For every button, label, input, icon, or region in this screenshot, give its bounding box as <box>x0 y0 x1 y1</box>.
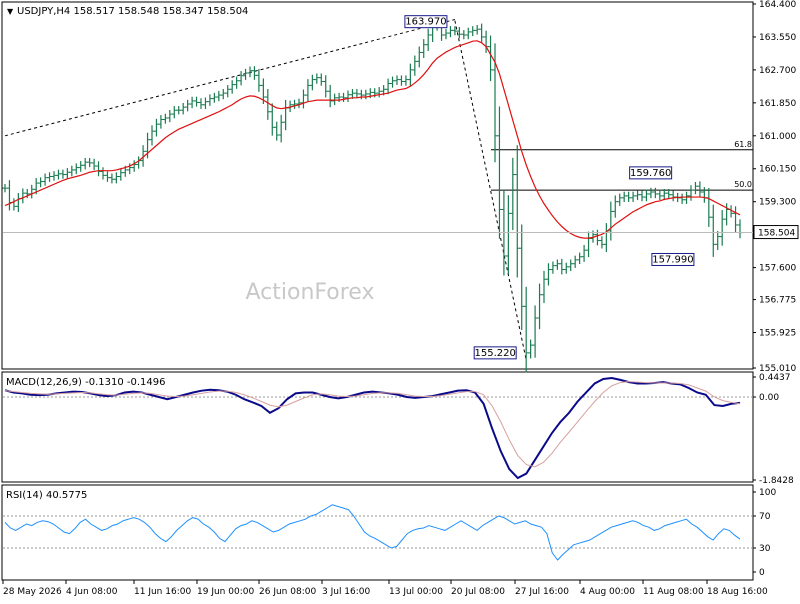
x-tick-label: 18 Aug 16:00 <box>707 587 768 597</box>
annotation-label: 155.220 <box>475 348 516 359</box>
watermark: ActionForex <box>246 280 375 305</box>
price-tick-label: 157.600 <box>759 264 796 274</box>
price-tick-label: 159.300 <box>759 198 796 208</box>
macd-tick-label: 0.00 <box>759 393 779 403</box>
macd-tick-label: 0.4437 <box>759 373 791 383</box>
x-tick-label: 4 Aug 00:00 <box>580 587 635 597</box>
price-tick-label: 160.150 <box>759 165 796 175</box>
price-tick-label: 155.925 <box>759 329 796 339</box>
x-tick-label: 27 Jul 16:00 <box>515 587 569 597</box>
x-tick-label: 4 Jun 08:00 <box>66 587 118 597</box>
x-tick-label: 3 Jul 16:00 <box>322 587 371 597</box>
dropdown-arrow-icon[interactable]: ▼ <box>7 7 14 16</box>
price-tick-label: 163.550 <box>759 33 796 43</box>
x-tick-label: 19 Jun 00:00 <box>197 587 254 597</box>
macd-title: MACD(12,26,9) -0.1310 -0.1496 <box>6 377 166 388</box>
rsi-title: RSI(14) 40.5775 <box>6 490 87 501</box>
fib-label: 50.0 <box>734 180 752 189</box>
rsi-tick-label: 30 <box>759 544 771 554</box>
x-tick-label: 28 May 2026 <box>3 587 62 597</box>
rsi-tick-label: 100 <box>759 488 776 498</box>
price-tick-label: 161.000 <box>759 132 796 142</box>
x-tick-label: 13 Jul 00:00 <box>389 587 443 597</box>
price-tick-label: 161.850 <box>759 99 796 109</box>
rsi-tick-label: 70 <box>759 512 771 522</box>
x-tick-label: 26 Jun 08:00 <box>259 587 316 597</box>
macd-tick-label: -1.8428 <box>759 476 794 486</box>
price-tick-label: 162.700 <box>759 66 796 76</box>
x-tick-label: 11 Aug 08:00 <box>643 587 704 597</box>
annotation-label: 163.970 <box>405 17 446 28</box>
chart-svg: ▼ USDJPY,H4 158.517 158.548 158.347 158.… <box>0 0 800 600</box>
x-tick-label: 11 Jun 16:00 <box>134 587 191 597</box>
fib-label: 61.8 <box>734 140 752 149</box>
current-price-label: 158.504 <box>758 229 795 239</box>
annotation-label: 159.760 <box>630 168 671 179</box>
x-tick-label: 20 Jul 08:00 <box>451 587 505 597</box>
price-tick-label: 164.400 <box>759 0 796 10</box>
rsi-tick-label: 0 <box>759 568 765 578</box>
symbol-header: USDJPY,H4 158.517 158.548 158.347 158.50… <box>17 6 248 17</box>
annotation-label: 157.990 <box>652 254 693 265</box>
price-tick-label: 156.775 <box>759 296 796 306</box>
chart-root: ▼ USDJPY,H4 158.517 158.548 158.347 158.… <box>0 0 800 600</box>
